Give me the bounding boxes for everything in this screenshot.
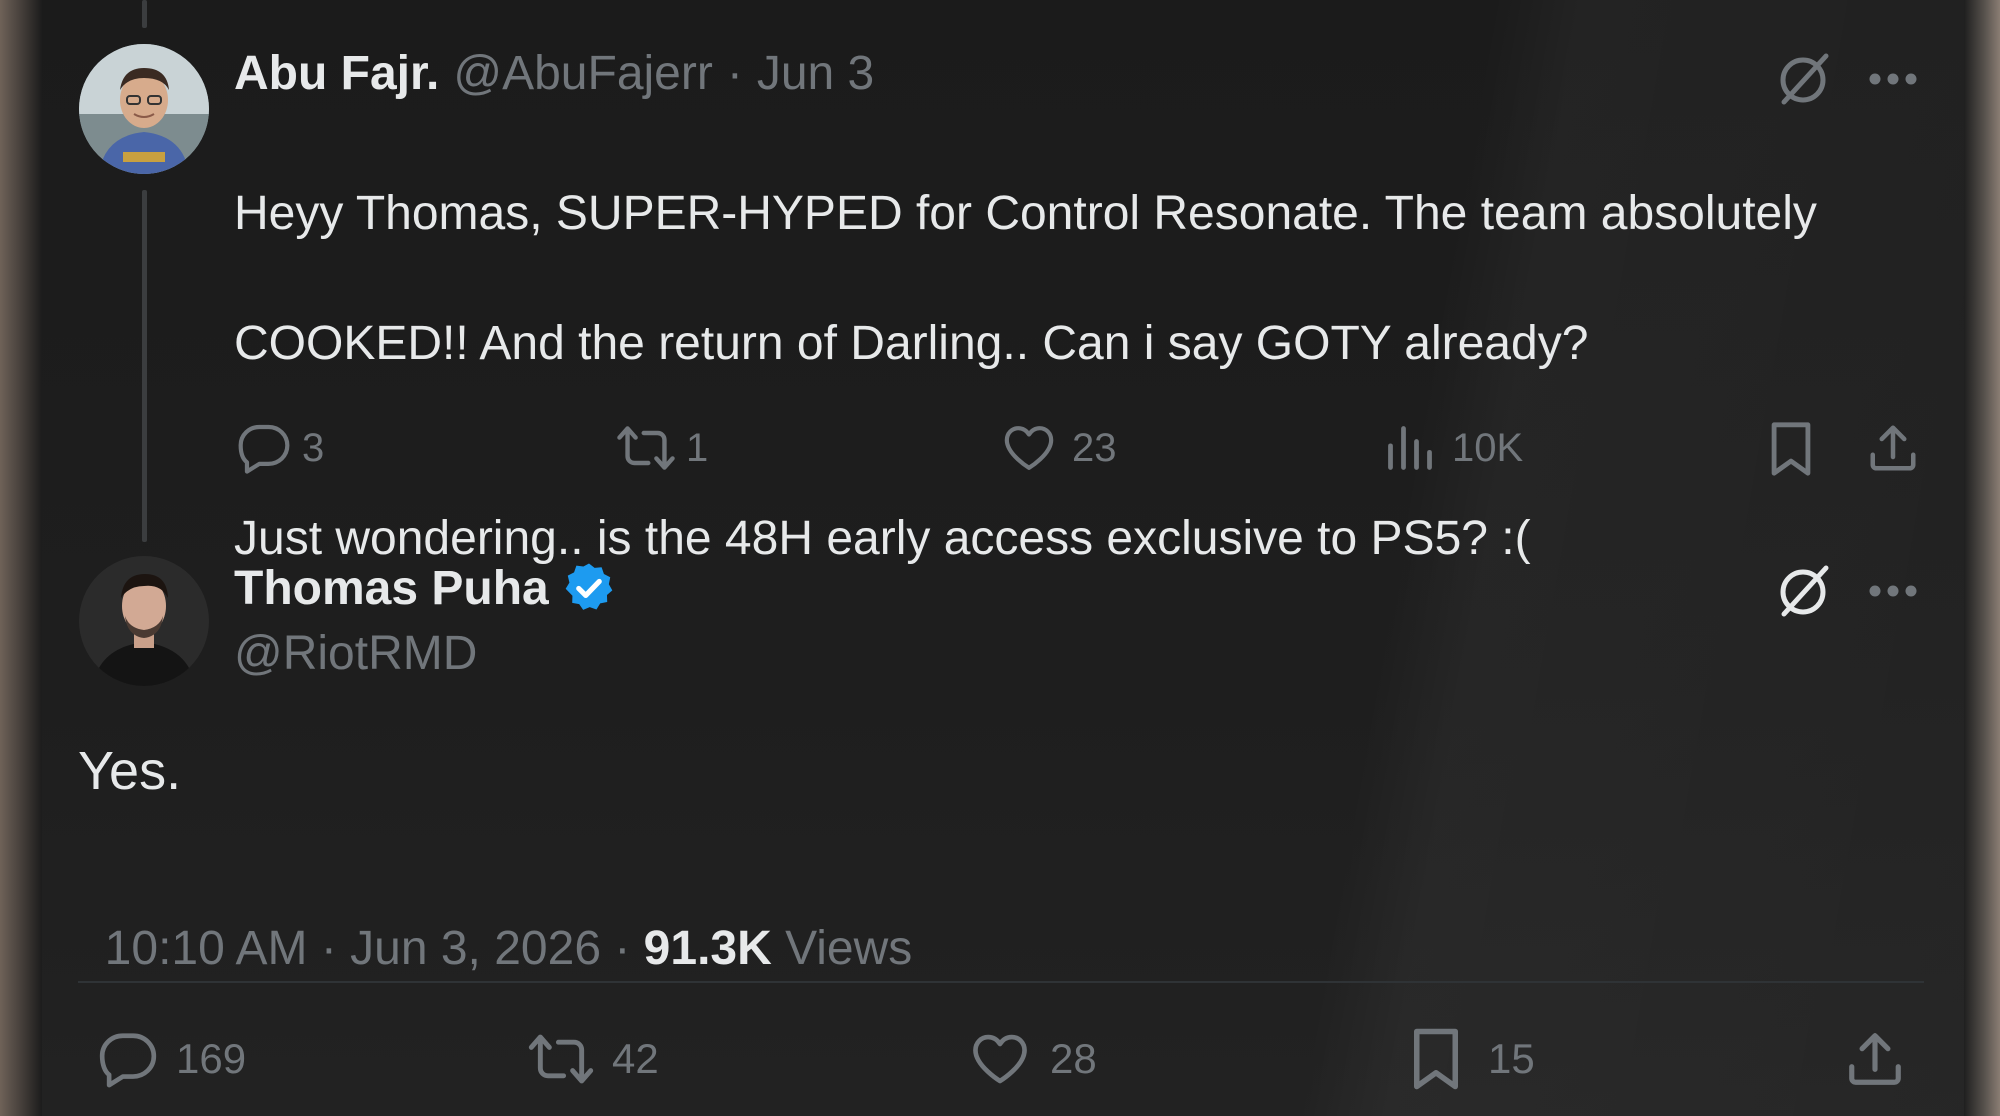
reply-button[interactable]: 3	[236, 420, 324, 476]
more-icon[interactable]	[1868, 72, 1918, 91]
reply-icon	[238, 424, 290, 474]
text-line-1: Heyy Thomas, SUPER-HYPED for Control Res…	[234, 187, 1817, 240]
share-icon	[1849, 1033, 1901, 1085]
like-icon	[1004, 426, 1054, 470]
grok-icon-main[interactable]	[1774, 560, 1834, 625]
like-count: 23	[1072, 425, 1117, 470]
repost-icon	[617, 426, 675, 470]
like-count: 28	[1050, 1035, 1097, 1082]
separator: ·	[726, 47, 743, 100]
views-label: Views	[771, 922, 913, 975]
verified-badge-icon[interactable]	[561, 560, 617, 616]
parent-tweet-header: Abu Fajr. @AbuFajerr · Jun 3	[234, 46, 874, 106]
share-icon	[1870, 425, 1916, 471]
avatar-abu-fajr[interactable]	[79, 44, 209, 174]
views-icon	[1388, 426, 1432, 470]
thread-line	[142, 190, 147, 542]
author-handle[interactable]: @RiotRMD	[234, 626, 477, 681]
repost-count: 42	[612, 1035, 659, 1082]
timestamp[interactable]: 10:10 AM · Jun 3, 2026 ·	[105, 922, 644, 975]
main-tweet-name-row: Thomas Puha	[234, 558, 617, 618]
repost-button-main[interactable]: 42	[526, 1028, 659, 1090]
bookmark-button-main[interactable]: 15	[1408, 1026, 1535, 1092]
more-icon-main[interactable]	[1868, 584, 1918, 603]
reply-button-main[interactable]: 169	[96, 1028, 246, 1090]
divider	[78, 981, 1924, 983]
main-tweet-text: Yes.	[78, 741, 182, 801]
reply-icon	[99, 1033, 157, 1088]
repost-button[interactable]: 1	[616, 420, 708, 476]
repost-icon	[528, 1034, 594, 1084]
tweet-date[interactable]: Jun 3	[757, 46, 874, 101]
avatar-thomas-puha[interactable]	[79, 556, 209, 686]
text-line-2: COOKED!! And the return of Darling.. Can…	[234, 317, 1589, 370]
reply-count: 169	[176, 1035, 247, 1082]
bookmark-icon	[1414, 1028, 1458, 1090]
monitor-bezel-right	[1964, 0, 2000, 1116]
author-name[interactable]: Thomas Puha	[234, 561, 549, 616]
reply-count: 3	[302, 425, 325, 470]
grok-icon[interactable]	[1774, 48, 1834, 113]
share-button[interactable]	[1866, 420, 1920, 476]
tweet-metadata: 10:10 AM · Jun 3, 2026 · 91.3K Views	[78, 866, 913, 976]
views-total: 91.3K	[643, 922, 772, 975]
author-handle[interactable]: @AbuFajerr	[453, 46, 712, 101]
thread-line-top	[142, 0, 147, 28]
monitor-bezel-left	[0, 0, 42, 1116]
bookmark-count: 15	[1488, 1035, 1535, 1082]
like-button-main[interactable]: 28	[968, 1028, 1097, 1090]
share-button-main[interactable]	[1844, 1028, 1906, 1090]
bookmark-button[interactable]	[1766, 420, 1816, 478]
like-icon	[973, 1034, 1027, 1084]
views-button[interactable]: 10K	[1384, 420, 1523, 476]
author-name[interactable]: Abu Fajr.	[234, 46, 439, 101]
like-button[interactable]: 23	[1000, 420, 1117, 476]
repost-count: 1	[686, 425, 709, 470]
bookmark-icon	[1771, 422, 1811, 476]
views-count: 10K	[1452, 425, 1524, 470]
